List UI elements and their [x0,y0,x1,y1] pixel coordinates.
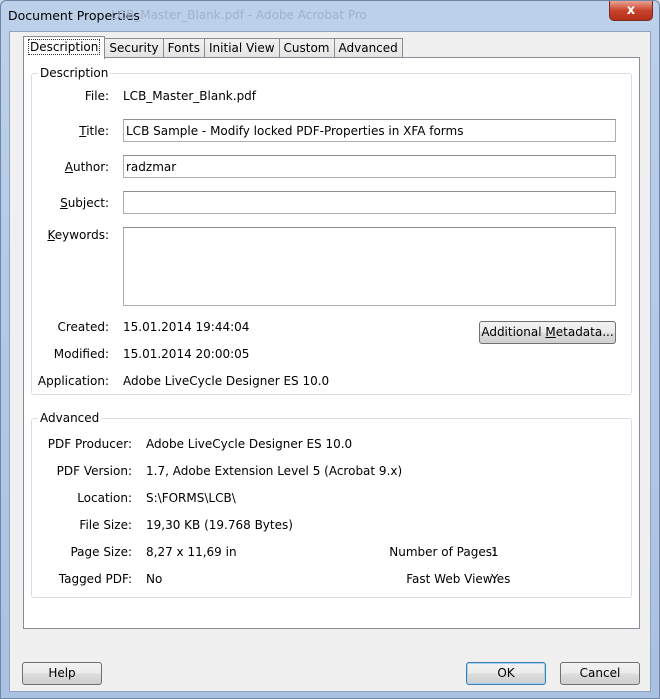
subject-label: Subject: [60,196,109,210]
application-value: Adobe LiveCycle Designer ES 10.0 [123,374,330,388]
tab-bar: Description Security Fonts Initial View … [23,36,403,59]
number-of-pages-label: Number of Pages: [389,545,496,559]
created-value: 15.01.2014 19:44:04 [123,320,250,334]
description-group-title: Description [38,66,111,80]
help-button[interactable]: Help [22,662,102,685]
advanced-group-title: Advanced [38,411,102,425]
pdf-producer-value: Adobe LiveCycle Designer ES 10.0 [146,437,353,451]
dialog-client-area: Description Security Fonts Initial View … [9,31,651,692]
document-properties-window: Document Properties LCB_Master_Blank.pdf… [0,0,660,699]
file-label: File: [84,89,109,103]
tagged-pdf-value: No [146,572,163,586]
modified-value: 15.01.2014 20:00:05 [123,347,250,361]
tab-fonts[interactable]: Fonts [162,38,206,58]
file-value: LCB_Master_Blank.pdf [123,89,257,103]
background-window-title: LCB_Master_Blank.pdf - Adobe Acrobat Pro [111,8,367,22]
pdf-producer-label: PDF Producer: [47,437,132,451]
description-tab-panel: Description File: LCB_Master_Blank.pdf T… [23,57,640,629]
title-label: Title: [79,124,109,138]
pdf-version-value: 1.7, Adobe Extension Level 5 (Acrobat 9.… [146,464,403,478]
page-size-label: Page Size: [70,545,132,559]
location-value: S:\FORMS\LCB\ [146,491,236,505]
location-label: Location: [77,491,132,505]
modified-label: Modified: [53,347,109,361]
tab-description[interactable]: Description [23,36,106,59]
title-field[interactable] [123,119,616,142]
tagged-pdf-label: Tagged PDF: [58,572,132,586]
created-label: Created: [57,320,109,334]
pdf-version-label: PDF Version: [56,464,132,478]
author-field[interactable] [123,155,616,178]
close-button[interactable]: x [609,1,653,21]
tab-initial-view[interactable]: Initial View [204,38,280,58]
tab-custom[interactable]: Custom [278,38,335,58]
advanced-group: Advanced PDF Producer: Adobe LiveCycle D… [31,411,632,598]
application-label: Application: [37,374,109,388]
tab-security[interactable]: Security [104,38,164,58]
close-icon: x [626,3,636,18]
cancel-button[interactable]: Cancel [560,662,640,685]
fast-web-view-label: Fast Web View: [406,572,496,586]
author-label: Author: [64,160,109,174]
file-size-value: 19,30 KB (19.768 Bytes) [146,518,293,532]
title-bar[interactable]: Document Properties LCB_Master_Blank.pdf… [1,1,659,31]
keywords-field[interactable] [123,227,616,306]
file-size-label: File Size: [79,518,132,532]
tab-advanced[interactable]: Advanced [333,38,403,58]
keywords-label: Keywords: [47,228,109,242]
description-group: Description File: LCB_Master_Blank.pdf T… [31,66,632,395]
fast-web-view-value: Yes [491,572,511,586]
subject-field[interactable] [123,191,616,214]
number-of-pages-value: 1 [491,545,499,559]
page-size-value: 8,27 x 11,69 in [146,545,237,559]
additional-metadata-button[interactable]: Additional Metadata... [479,321,616,344]
ok-button[interactable]: OK [466,662,546,685]
